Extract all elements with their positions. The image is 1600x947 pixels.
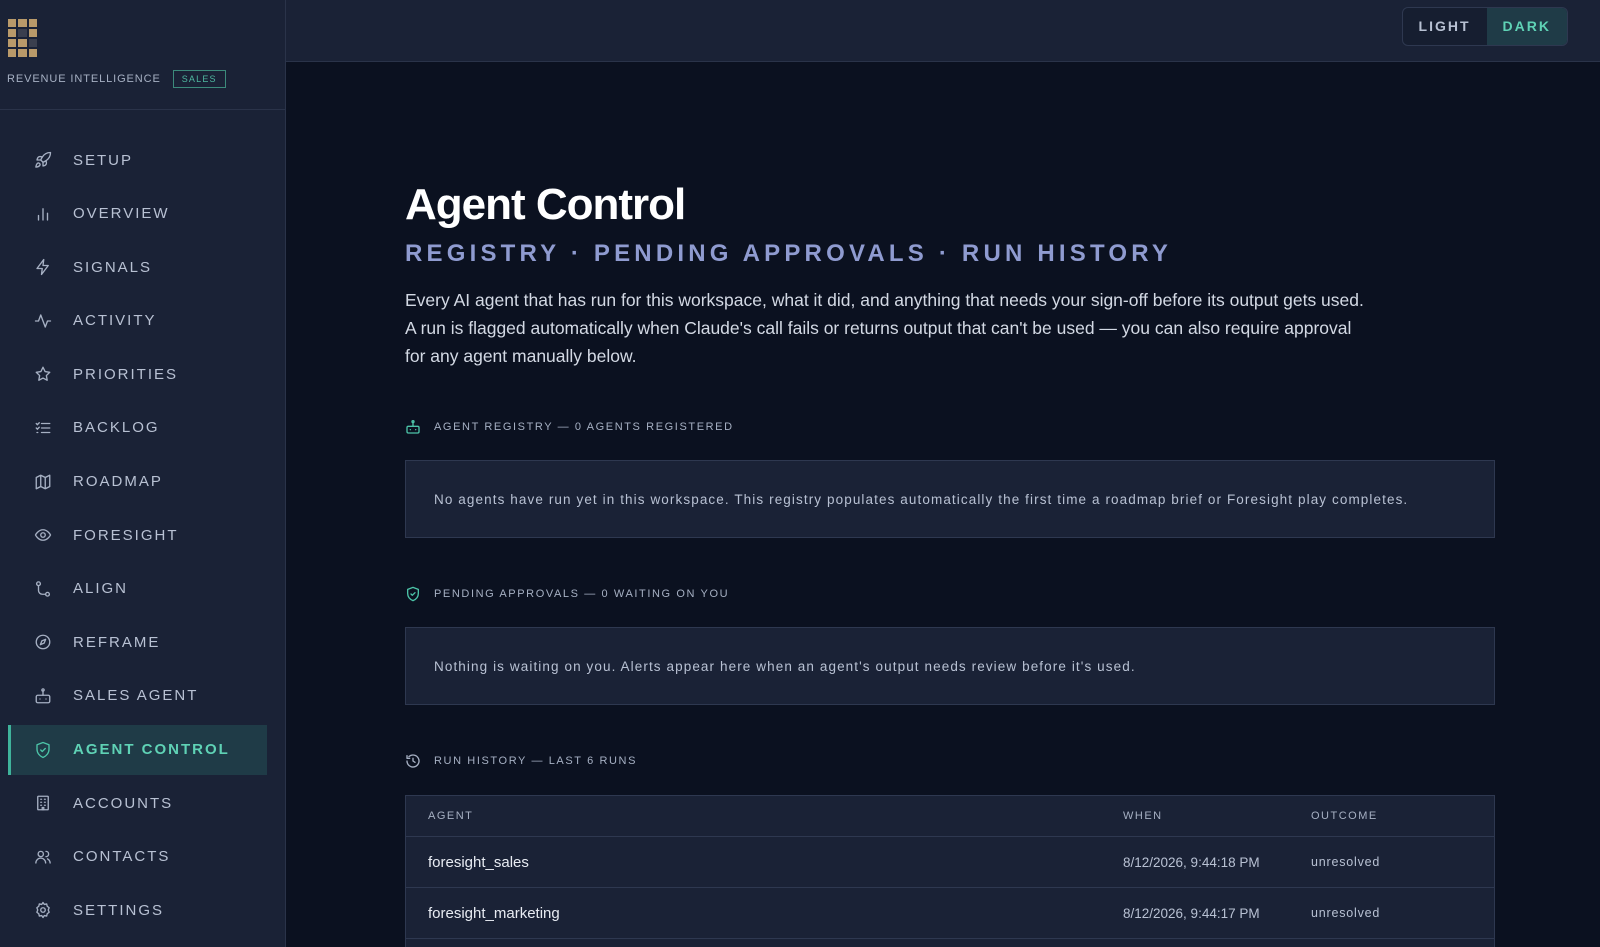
- page-subtitle: REGISTRY · PENDING APPROVALS · RUN HISTO…: [405, 240, 1173, 267]
- agent-cell: foresight_marketing: [428, 904, 560, 922]
- column-header-outcome[interactable]: OUTCOME: [1311, 796, 1378, 836]
- approvals-empty-text: Nothing is waiting on you. Alerts appear…: [434, 658, 1136, 674]
- sidebar-item-priorities[interactable]: PRIORITIES: [8, 349, 267, 399]
- approvals-empty-state: Nothing is waiting on you. Alerts appear…: [405, 627, 1495, 705]
- sidebar-item-label: SIGNALS: [73, 258, 153, 276]
- sidebar-item-label: OVERVIEW: [73, 205, 170, 223]
- brand-logo-icon[interactable]: [8, 19, 37, 57]
- sidebar: REVENUE INTELLIGENCE SALES SETUP OVERVIE…: [0, 0, 286, 947]
- sidebar-item-foresight[interactable]: FORESIGHT: [8, 510, 267, 560]
- run-history-table: AGENT WHEN OUTCOME foresight_sales 8/12/…: [405, 795, 1495, 947]
- column-header-when[interactable]: WHEN: [1123, 796, 1163, 836]
- sidebar-item-backlog[interactable]: BACKLOG: [8, 403, 267, 453]
- pulse-icon: [34, 312, 52, 330]
- sidebar-item-activity[interactable]: ACTIVITY: [8, 296, 267, 346]
- theme-toggle: LIGHT DARK: [1401, 7, 1568, 46]
- agent-cell: foresight_sales: [428, 853, 529, 871]
- sidebar-item-roadmap[interactable]: ROADMAP: [8, 457, 267, 507]
- sidebar-item-label: SETTINGS: [73, 901, 165, 919]
- registry-empty-text: No agents have run yet in this workspace…: [434, 491, 1409, 507]
- building-icon: [34, 794, 52, 812]
- sidebar-item-label: ACTIVITY: [73, 312, 157, 330]
- top-bar: LIGHT DARK: [286, 0, 1600, 62]
- sidebar-item-label: SALES AGENT: [73, 687, 199, 705]
- when-cell: 8/12/2026, 9:44:18 PM: [1123, 854, 1260, 870]
- route-icon: [34, 580, 52, 598]
- registry-heading: AGENT REGISTRY — 0 AGENTS REGISTERED: [405, 419, 734, 435]
- sidebar-item-label: AGENT CONTROL: [73, 741, 230, 759]
- run-history-heading: RUN HISTORY — LAST 6 RUNS: [405, 753, 637, 769]
- page-title: Agent Control: [405, 180, 686, 229]
- when-cell: 8/12/2026, 9:44:17 PM: [1123, 905, 1260, 921]
- sidebar-item-label: FORESIGHT: [73, 526, 179, 544]
- column-header-agent[interactable]: AGENT: [428, 796, 473, 836]
- sidebar-item-setup[interactable]: SETUP: [8, 135, 267, 185]
- light-theme-button[interactable]: LIGHT: [1403, 8, 1487, 45]
- sidebar-item-label: ACCOUNTS: [73, 794, 174, 812]
- sidebar-item-contacts[interactable]: CONTACTS: [8, 832, 267, 882]
- sidebar-item-align[interactable]: ALIGN: [8, 564, 267, 614]
- sidebar-item-accounts[interactable]: ACCOUNTS: [8, 778, 267, 828]
- eye-icon: [34, 526, 52, 544]
- sidebar-item-label: CONTACTS: [73, 848, 171, 866]
- sidebar-item-label: ROADMAP: [73, 473, 163, 491]
- table-row[interactable]: foresight_sales 8/12/2026, 9:44:18 PM un…: [406, 837, 1494, 888]
- sidebar-item-signals[interactable]: SIGNALS: [8, 242, 267, 292]
- rocket-icon: [34, 151, 52, 169]
- bar-chart-icon: [34, 205, 52, 223]
- compass-icon: [34, 633, 52, 651]
- run-history-heading-text: RUN HISTORY — LAST 6 RUNS: [434, 755, 638, 767]
- outcome-cell: unresolved: [1311, 906, 1381, 920]
- table-header-row: AGENT WHEN OUTCOME: [406, 796, 1494, 837]
- sidebar-item-reframe[interactable]: REFRAME: [8, 617, 267, 667]
- sidebar-item-overview[interactable]: OVERVIEW: [8, 189, 267, 239]
- shield-check-icon: [34, 741, 52, 759]
- checklist-icon: [34, 419, 52, 437]
- shield-check-icon: [405, 586, 421, 602]
- approvals-heading: PENDING APPROVALS — 0 WAITING ON YOU: [405, 586, 729, 602]
- users-icon: [34, 848, 52, 866]
- sidebar-nav: SETUP OVERVIEW SIGNALS ACTIVITY PRIORITI…: [0, 135, 286, 939]
- sidebar-item-agent-control[interactable]: AGENT CONTROL: [8, 724, 267, 775]
- map-icon: [34, 473, 52, 491]
- sidebar-item-label: REFRAME: [73, 633, 161, 651]
- robot-icon: [405, 419, 421, 435]
- sidebar-item-label: SETUP: [73, 151, 134, 169]
- brand-name: REVENUE INTELLIGENCE: [7, 73, 161, 85]
- sidebar-item-sales-agent[interactable]: SALES AGENT: [8, 671, 267, 721]
- history-icon: [405, 753, 421, 769]
- lightning-icon: [34, 258, 52, 276]
- registry-empty-state: No agents have run yet in this workspace…: [405, 460, 1495, 538]
- outcome-cell: unresolved: [1311, 855, 1381, 869]
- registry-heading-text: AGENT REGISTRY — 0 AGENTS REGISTERED: [434, 421, 734, 433]
- star-icon: [34, 365, 52, 383]
- sidebar-item-label: ALIGN: [73, 580, 129, 598]
- gear-icon: [34, 901, 52, 919]
- sidebar-item-settings[interactable]: SETTINGS: [8, 885, 267, 935]
- table-row[interactable]: foresight_marketing 8/12/2026, 9:44:17 P…: [406, 888, 1494, 939]
- robot-icon: [34, 687, 52, 705]
- brand-header: REVENUE INTELLIGENCE SALES: [0, 0, 285, 110]
- sidebar-item-label: BACKLOG: [73, 419, 160, 437]
- dark-theme-button[interactable]: DARK: [1486, 8, 1567, 45]
- sidebar-item-label: PRIORITIES: [73, 365, 179, 383]
- page-description: Every AI agent that has run for this wor…: [405, 290, 1364, 366]
- workspace-badge: SALES: [172, 70, 226, 88]
- approvals-heading-text: PENDING APPROVALS — 0 WAITING ON YOU: [434, 588, 730, 600]
